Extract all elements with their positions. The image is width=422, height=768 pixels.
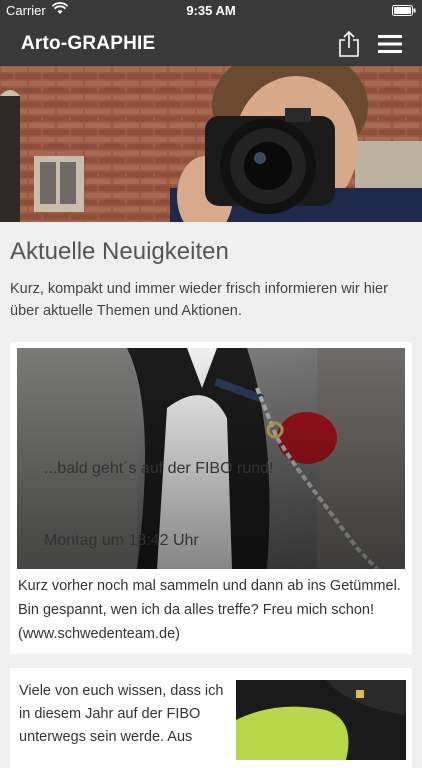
page-title: Aktuelle Neuigkeiten xyxy=(10,238,229,265)
post-title[interactable]: ...bald geht´s auf der FIBO rund! xyxy=(44,460,364,478)
post-card[interactable]: Kurz vorher noch mal sammeln und dann ab… xyxy=(10,342,412,654)
post-date: Montag um 18:42 Uhr xyxy=(44,532,199,549)
status-bar: Carrier 9:35 AM xyxy=(0,0,422,22)
post-card[interactable]: Viele von euch wissen, dass ich in diese… xyxy=(10,668,412,768)
hero-image xyxy=(0,66,422,222)
app-title[interactable]: Arto-GRAPHIE xyxy=(21,33,155,55)
app-navbar: Arto-GRAPHIE xyxy=(0,22,422,66)
hamburger-menu-icon[interactable] xyxy=(376,33,404,55)
post-excerpt: Viele von euch wissen, dass ich in diese… xyxy=(19,683,224,745)
post-excerpt: Kurz vorher noch mal sammeln und dann ab… xyxy=(18,578,401,642)
post-image[interactable] xyxy=(236,680,406,760)
battery-icon xyxy=(392,5,416,16)
intro-text: Kurz, kompakt und immer wieder frisch in… xyxy=(10,281,388,319)
share-icon[interactable] xyxy=(337,30,361,58)
status-time: 9:35 AM xyxy=(186,3,236,18)
